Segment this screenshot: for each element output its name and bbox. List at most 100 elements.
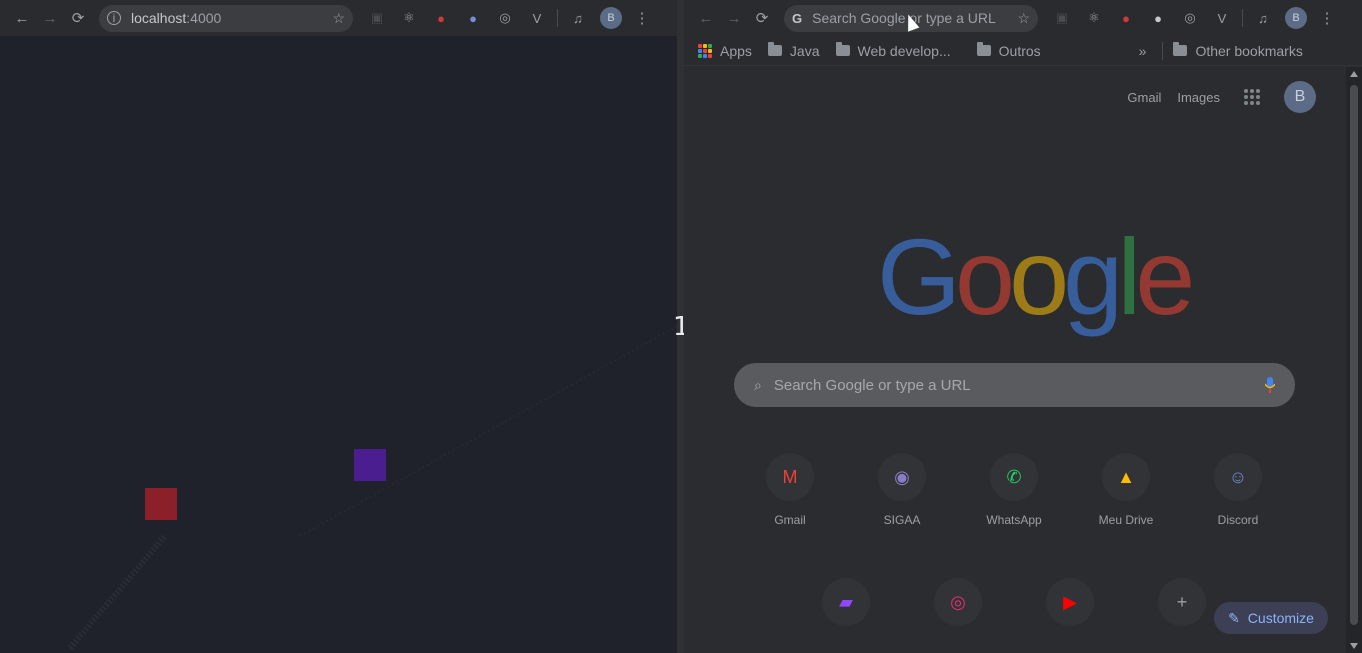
customize-button[interactable]: ✎ Customize xyxy=(1214,602,1328,634)
left-browser-window: ← → ⟳ i localhost:4000 ☆ ▣ ⚛ ● ● ◎ V ♫ B… xyxy=(0,0,678,653)
reload-icon[interactable]: ⟳ xyxy=(64,4,92,32)
gmail-icon: M xyxy=(766,453,814,501)
extension-red-icon[interactable]: ● xyxy=(429,6,453,30)
bookmark-folder-java[interactable]: Java xyxy=(767,42,820,59)
bookmark-folder-web[interactable]: Web develop... xyxy=(835,42,951,59)
bookmark-label: Apps xyxy=(720,42,752,59)
purple-square xyxy=(354,449,386,481)
bookmark-folder-other[interactable]: Other bookmarks xyxy=(1173,42,1303,59)
trail-line-red xyxy=(67,534,168,650)
bookmark-label: Web develop... xyxy=(857,42,951,59)
gmail-link[interactable]: Gmail xyxy=(1127,90,1161,105)
toolbar-separator xyxy=(557,9,558,27)
folder-icon xyxy=(767,42,782,56)
more-bookmarks-chevron-icon[interactable]: » xyxy=(1139,43,1147,59)
folder-icon xyxy=(835,42,850,56)
info-icon: i xyxy=(107,11,121,25)
bookmark-apps[interactable]: Apps xyxy=(698,43,752,59)
shortcut-label: WhatsApp xyxy=(986,513,1042,527)
canvas-drawing xyxy=(67,325,678,650)
reload-icon[interactable]: ⟳ xyxy=(748,4,776,32)
bookmark-label: Outros xyxy=(998,42,1041,59)
customize-label: Customize xyxy=(1247,610,1314,626)
profile-avatar[interactable]: B xyxy=(1285,7,1307,29)
instagram-icon: ◎ xyxy=(934,578,982,626)
pencil-icon: ✎ xyxy=(1228,609,1240,626)
back-icon[interactable]: ← xyxy=(692,4,720,32)
account-avatar[interactable]: B xyxy=(1284,81,1316,113)
ntp-header-links: Gmail Images B xyxy=(1111,81,1316,113)
extension-icon-1[interactable]: ▣ xyxy=(1050,6,1074,30)
bookmarks-bar: Apps Java Web develop... Outros » Other … xyxy=(684,36,1362,66)
google-g-icon: G xyxy=(792,10,803,26)
menu-icon[interactable]: ⋮ xyxy=(628,4,656,32)
google-logo-letter: o xyxy=(1009,216,1069,337)
shortcut-tile[interactable]: M Gmail xyxy=(745,453,835,527)
voice-search-icon[interactable] xyxy=(1265,377,1275,393)
google-logo-letter: g xyxy=(1063,216,1123,337)
images-link[interactable]: Images xyxy=(1177,90,1220,105)
forward-icon[interactable]: → xyxy=(36,4,64,32)
red-square xyxy=(145,488,177,520)
google-apps-icon[interactable] xyxy=(1244,89,1260,105)
shortcut-label: Discord xyxy=(1217,513,1259,527)
bookmark-folder-outros[interactable]: Outros xyxy=(976,42,1041,59)
bookmark-label: Other bookmarks xyxy=(1195,42,1303,59)
google-logo-letter: e xyxy=(1135,216,1195,337)
new-tab-page: Gmail Images B Google ⌕ Search Google or… xyxy=(684,67,1346,653)
bookmark-star-icon[interactable]: ☆ xyxy=(1017,10,1030,27)
sigaa-icon: ◉ xyxy=(878,453,926,501)
shortcut-label: Gmail xyxy=(774,513,806,527)
scroll-thumb[interactable] xyxy=(1350,85,1358,625)
trail-line-purple xyxy=(299,325,678,537)
scroll-up-icon[interactable] xyxy=(1350,71,1358,77)
extension-target-icon[interactable]: ◎ xyxy=(493,6,517,30)
left-address-bar[interactable]: i localhost:4000 ☆ xyxy=(99,4,353,32)
toolbar-separator xyxy=(1242,9,1243,27)
ntp-search-box[interactable]: ⌕ Search Google or type a URL xyxy=(734,363,1295,407)
shortcut-tile[interactable]: + xyxy=(1137,578,1227,638)
apps-icon xyxy=(698,43,712,58)
shortcut-label: Meu Drive xyxy=(1098,513,1154,527)
whatsapp-icon: ✆ xyxy=(990,453,1038,501)
extension-blue-icon[interactable]: ● xyxy=(461,6,485,30)
left-toolbar: ← → ⟳ i localhost:4000 ☆ ▣ ⚛ ● ● ◎ V ♫ B… xyxy=(0,0,677,36)
back-icon[interactable]: ← xyxy=(8,4,36,32)
shortcut-tile[interactable]: ▲ Meu Drive xyxy=(1081,453,1171,527)
address-port: :4000 xyxy=(186,10,222,26)
profile-avatar[interactable]: B xyxy=(600,7,622,29)
address-host: localhost xyxy=(131,10,187,26)
react-devtools-icon[interactable]: ⚛ xyxy=(397,6,421,30)
right-toolbar: ← → ⟳ G Search Google or type a URL ☆ ▣ … xyxy=(684,0,1362,36)
shortcut-tile[interactable]: ◎ xyxy=(913,578,1003,638)
extension-target-icon[interactable]: ◎ xyxy=(1178,6,1202,30)
folder-icon xyxy=(1173,42,1188,56)
scrollbar[interactable] xyxy=(1346,67,1362,653)
menu-icon[interactable]: ⋮ xyxy=(1313,4,1341,32)
media-control-icon[interactable]: ♫ xyxy=(566,6,590,30)
shortcut-tile[interactable]: ☺ Discord xyxy=(1193,453,1283,527)
folder-icon xyxy=(976,42,991,56)
extension-white-icon[interactable]: ● xyxy=(1146,6,1170,30)
shortcut-tile[interactable]: ✆ WhatsApp xyxy=(969,453,1059,527)
media-control-icon[interactable]: ♫ xyxy=(1251,6,1275,30)
shortcut-tile[interactable]: ▰ xyxy=(801,578,891,638)
extension-icon-1[interactable]: ▣ xyxy=(365,6,389,30)
forward-icon[interactable]: → xyxy=(720,4,748,32)
vue-devtools-icon[interactable]: V xyxy=(1210,6,1234,30)
bookmark-star-icon[interactable]: ☆ xyxy=(332,10,345,27)
game-canvas[interactable] xyxy=(0,36,678,653)
react-devtools-icon[interactable]: ⚛ xyxy=(1082,6,1106,30)
shortcut-tile[interactable]: ◉ SIGAA xyxy=(857,453,947,527)
google-logo-letter: l xyxy=(1117,216,1141,337)
right-browser-window: ← → ⟳ G Search Google or type a URL ☆ ▣ … xyxy=(684,0,1362,653)
scroll-down-icon[interactable] xyxy=(1350,643,1358,649)
shortcut-tile[interactable]: ▶ xyxy=(1025,578,1115,638)
bookmark-label: Java xyxy=(789,42,820,59)
google-logo-letter: o xyxy=(955,216,1015,337)
twitch-icon: ▰ xyxy=(822,578,870,626)
vue-devtools-icon[interactable]: V xyxy=(525,6,549,30)
google-logo: Google xyxy=(877,223,1195,331)
extension-red-icon[interactable]: ● xyxy=(1114,6,1138,30)
add-shortcut-icon: + xyxy=(1158,578,1206,626)
